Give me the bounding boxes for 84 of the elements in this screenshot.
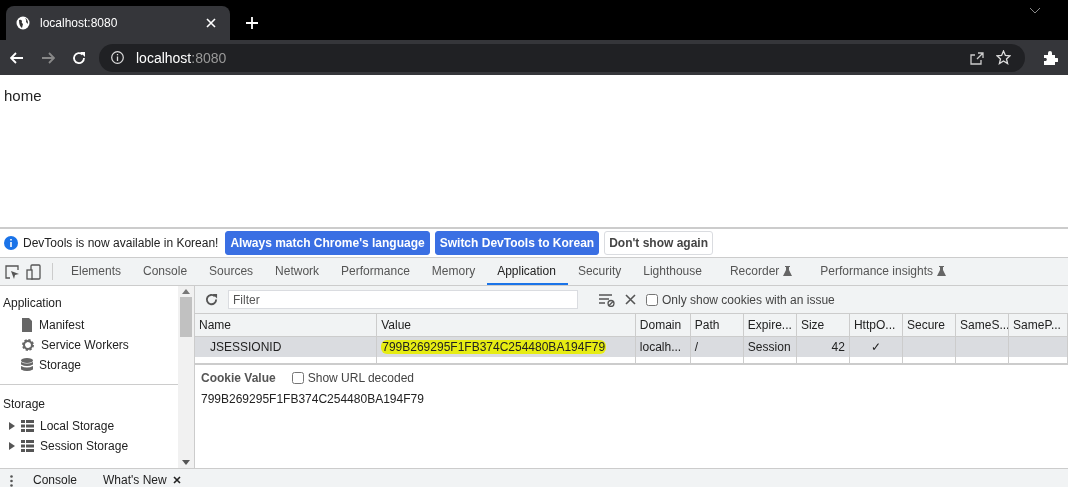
infobar-button[interactable]: Always match Chrome's language	[225, 231, 430, 255]
devtools-tab[interactable]: Memory	[421, 258, 488, 285]
devtools-tab[interactable]: Security	[567, 258, 634, 285]
url-decode-checkbox[interactable]	[291, 372, 304, 384]
column-header[interactable]: Size	[796, 314, 850, 336]
devtools-tab[interactable]: Sources	[199, 258, 266, 285]
gear-icon	[21, 338, 35, 352]
checkbox-label[interactable]: Show URL decoded	[307, 371, 414, 385]
info-icon	[111, 51, 124, 64]
table-cell: Session	[747, 340, 791, 354]
infobar-button[interactable]: Switch DevTools to Korean	[434, 231, 600, 255]
infobar-button[interactable]: Don't show again	[604, 231, 714, 255]
devtools-tab[interactable]: Network	[265, 258, 332, 285]
inspect-icon[interactable]	[4, 263, 20, 280]
issue-checkbox[interactable]	[646, 293, 658, 306]
cookie-value-title: Cookie Value	[201, 371, 276, 385]
drawer-tab[interactable]: Console	[27, 472, 84, 487]
address-bar[interactable]: localhost:8080	[99, 43, 1025, 72]
table-cell: localh...	[639, 340, 682, 354]
table-cell: 799B269295F1FB374C254480BA194F79	[381, 340, 607, 354]
table-icon	[21, 420, 34, 432]
table-cell: 42	[831, 340, 845, 354]
devtools-tab[interactable]: Console	[133, 258, 200, 285]
share-icon[interactable]	[969, 50, 984, 65]
tab-title: localhost:8080	[40, 16, 119, 30]
sidebar-section-title: Storage	[2, 397, 47, 413]
clear-filter-icon[interactable]	[599, 292, 615, 307]
column-header[interactable]: Name	[195, 314, 378, 336]
scroll-down-icon[interactable]	[182, 460, 190, 465]
table-cell-text: JSESSIONID	[209, 340, 282, 354]
sidebar-item[interactable]: Service Workers	[0, 335, 178, 355]
column-header[interactable]: HttpO...	[849, 314, 903, 336]
column-header[interactable]: SameP...	[1009, 314, 1068, 336]
filter-field[interactable]: Filter	[228, 290, 578, 309]
checkbox-label[interactable]: Only show cookies with an issue	[662, 292, 835, 307]
devtools-tab[interactable]: Performance insights	[810, 258, 965, 285]
column-header[interactable]: Domain	[635, 314, 691, 336]
column-header[interactable]: Secure	[903, 314, 957, 336]
scrollbar[interactable]	[178, 286, 194, 468]
scroll-up-icon[interactable]	[182, 289, 190, 294]
table-row[interactable]: JSESSIONID 799B269295F1FB374C254480BA194F79 localh... / Session 42 ✓	[195, 337, 1068, 357]
browser-tab[interactable]: localhost:8080	[6, 6, 230, 40]
scrollbar-thumb[interactable]	[180, 297, 192, 337]
column-header[interactable]: Path	[690, 314, 744, 336]
star-icon[interactable]	[996, 50, 1011, 65]
device-toolbar-icon[interactable]	[26, 263, 42, 280]
globe-icon	[16, 16, 30, 30]
expand-arrow-icon[interactable]	[9, 442, 15, 450]
new-tab-icon[interactable]	[246, 17, 258, 29]
back-icon[interactable]	[10, 51, 24, 64]
devtools-tab[interactable]: Lighthouse	[633, 258, 720, 285]
column-header[interactable]: Expire...	[743, 314, 797, 336]
column-header[interactable]: SameS...	[956, 314, 1010, 336]
expand-arrow-icon[interactable]	[9, 422, 15, 430]
database-icon	[21, 358, 33, 372]
reload-icon[interactable]	[72, 50, 86, 65]
sidebar-item[interactable]: Local Storage	[0, 416, 178, 436]
forward-icon[interactable]	[41, 51, 55, 64]
refresh-icon[interactable]	[205, 293, 218, 306]
file-icon	[21, 318, 33, 332]
chevron-down-icon[interactable]	[1030, 8, 1040, 14]
sidebar-item[interactable]: Storage	[0, 355, 178, 375]
devtools-tab[interactable]: Elements	[61, 258, 134, 285]
close-icon[interactable]	[625, 294, 636, 305]
url-text: localhost:8080	[136, 49, 227, 66]
table-cell: ✓	[870, 340, 881, 354]
flask-icon	[937, 265, 947, 276]
cookie-value-text: 799B269295F1FB374C254480BA194F79	[201, 392, 425, 406]
drawer-tab[interactable]: What's New	[97, 472, 187, 487]
page-text: home	[4, 87, 42, 104]
table-cell: /	[694, 340, 699, 354]
sidebar-item[interactable]: Manifest	[0, 315, 178, 335]
devtools-tab[interactable]: Performance	[331, 258, 422, 285]
column-header[interactable]: Value	[377, 314, 636, 336]
flask-icon	[783, 265, 793, 276]
table-icon	[21, 440, 34, 452]
info-message: DevTools is now available in Korean!	[23, 236, 219, 250]
sidebar-item[interactable]: Session Storage	[0, 436, 178, 456]
more-options-icon[interactable]	[10, 475, 13, 487]
puzzle-icon[interactable]	[1042, 49, 1058, 66]
close-icon[interactable]	[172, 475, 181, 484]
info-icon	[4, 236, 18, 250]
devtools-tab[interactable]: Recorder	[719, 258, 811, 285]
sidebar-section-title: Application	[2, 296, 63, 312]
